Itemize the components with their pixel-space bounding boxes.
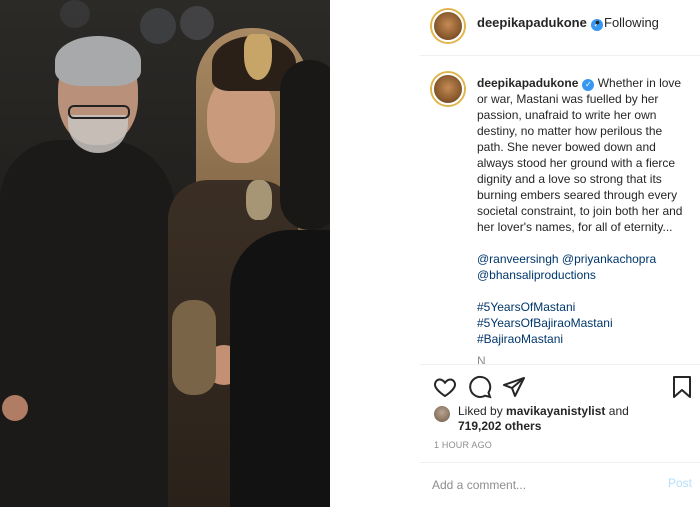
username-text[interactable]: deepikapadukone: [477, 15, 587, 30]
hashtag-link[interactable]: #BajiraoMastani: [477, 331, 689, 347]
verified-badge-icon: ✓: [582, 79, 595, 91]
heart-icon[interactable]: [433, 375, 457, 399]
post-timestamp[interactable]: 1 HOUR AGO: [434, 440, 492, 450]
embroidered-sleeve: [172, 300, 216, 395]
foreground-head: [280, 60, 330, 230]
foreground-person: [230, 230, 330, 507]
instagram-post: deepikapadukone ✓ • Following deepikapadu…: [0, 0, 700, 507]
share-icon[interactable]: [502, 375, 526, 399]
header-username[interactable]: deepikapadukone ✓: [477, 15, 603, 31]
liker-avatar[interactable]: [434, 406, 450, 422]
caption: deepikapadukone ✓ Whether in love or war,…: [477, 75, 689, 364]
likes-text: Liked by mavikayanistylist and 719,202 o…: [458, 404, 668, 434]
man-glasses: [68, 105, 130, 119]
comment-bar: Post: [420, 462, 700, 507]
likes-prefix: Liked by: [458, 404, 507, 418]
comment-icon[interactable]: [468, 375, 492, 399]
action-bar: [420, 364, 700, 408]
liker-username[interactable]: mavikayanistylist: [506, 404, 605, 418]
likes-joiner: and: [605, 404, 629, 418]
man-hair: [55, 36, 141, 86]
mention-link[interactable]: @bhansaliproductions: [477, 267, 689, 283]
avatar[interactable]: [432, 10, 464, 42]
caption-username[interactable]: deepikapadukone: [477, 76, 578, 90]
studio-light: [180, 6, 214, 40]
likes-count[interactable]: 719,202 others: [458, 419, 541, 433]
bookmark-icon[interactable]: [670, 375, 694, 399]
man-body: [0, 140, 175, 507]
post-header: deepikapadukone ✓ • Following: [420, 0, 700, 56]
hashtag-link[interactable]: #5YearsOfBajiraoMastani: [477, 315, 689, 331]
post-button[interactable]: Post: [668, 476, 692, 490]
man-hand: [2, 395, 28, 421]
post-sidebar: deepikapadukone ✓ • Following deepikapadu…: [420, 0, 700, 507]
likes-summary: Liked by mavikayanistylist and 719,202 o…: [432, 404, 692, 434]
comment-input[interactable]: [432, 475, 642, 495]
post-photo[interactable]: [0, 0, 330, 507]
mention-link[interactable]: @ranveersingh: [477, 252, 559, 266]
woman-headpiece: [244, 34, 272, 80]
hashtag-link[interactable]: #5YearsOfMastani: [477, 299, 689, 315]
hashtags-block: #5YearsOfMastani #5YearsOfBajiraoMastani…: [477, 299, 689, 347]
separator-dot: •: [595, 14, 600, 30]
woman-necklace: [246, 180, 272, 220]
mentions-block: @ranveersingh @priyankachopra @bhansalip…: [477, 251, 689, 283]
photo-gutter: [330, 0, 420, 507]
caption-avatar[interactable]: [432, 73, 464, 105]
following-button[interactable]: Following: [604, 15, 659, 30]
caption-body: Whether in love or war, Mastani was fuel…: [477, 76, 683, 234]
studio-light: [60, 0, 90, 28]
caption-truncated-text: N: [477, 354, 486, 364]
studio-light: [140, 8, 176, 44]
mention-link[interactable]: @priyankachopra: [562, 252, 656, 266]
caption-area[interactable]: deepikapadukone ✓ Whether in love or war,…: [420, 57, 700, 364]
